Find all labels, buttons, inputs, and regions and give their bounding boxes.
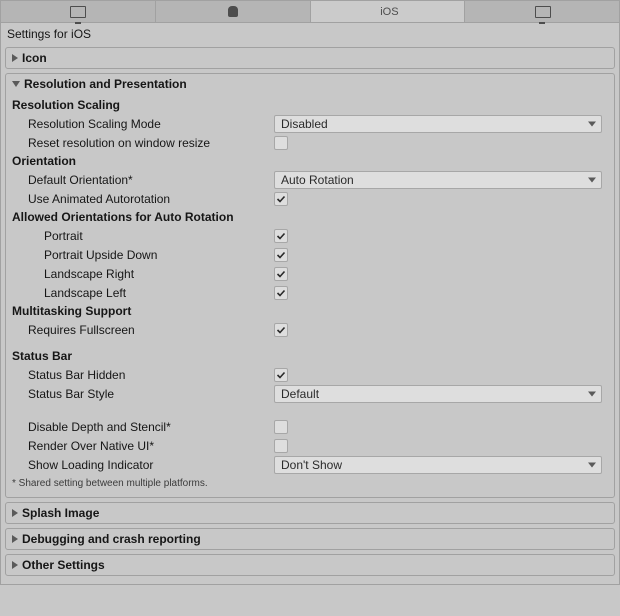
section-debugging: Debugging and crash reporting (5, 528, 615, 550)
label-landscape-right: Landscape Right (12, 267, 274, 281)
tab-standalone[interactable] (1, 1, 156, 22)
checkbox-landscape-left[interactable] (274, 286, 288, 300)
player-settings-panel: iOS Settings for iOS Icon Resolution and… (0, 0, 620, 585)
chevron-down-icon (12, 81, 20, 87)
chevron-down-icon (588, 121, 596, 126)
checkbox-portrait-upside[interactable] (274, 248, 288, 262)
heading-allowed-orientations: Allowed Orientations for Auto Rotation (12, 208, 608, 226)
section-resolution: Resolution and Presentation Resolution S… (5, 73, 615, 498)
section-resolution-body: Resolution Scaling Resolution Scaling Mo… (6, 94, 614, 497)
chevron-right-icon (12, 54, 18, 62)
checkbox-portrait[interactable] (274, 229, 288, 243)
section-icon-header[interactable]: Icon (6, 48, 614, 68)
dropdown-loading-indicator[interactable]: Don't Show (274, 456, 602, 474)
other-platform-icon (535, 6, 550, 18)
section-other-header[interactable]: Other Settings (6, 555, 614, 575)
tab-android[interactable] (156, 1, 311, 22)
checkbox-requires-fullscreen[interactable] (274, 323, 288, 337)
row-portrait-upside: Portrait Upside Down (12, 245, 608, 264)
checkbox-disable-depth[interactable] (274, 420, 288, 434)
chevron-right-icon (12, 561, 18, 569)
row-reset-resolution: Reset resolution on window resize (12, 133, 608, 152)
row-resolution-scaling-mode: Resolution Scaling Mode Disabled (12, 114, 608, 133)
section-resolution-header[interactable]: Resolution and Presentation (6, 74, 614, 94)
row-animated-autorotation: Use Animated Autorotation (12, 189, 608, 208)
dropdown-loading-indicator-value: Don't Show (281, 458, 342, 472)
checkbox-render-over[interactable] (274, 439, 288, 453)
heading-multitasking: Multitasking Support (12, 302, 608, 320)
section-debugging-title: Debugging and crash reporting (22, 532, 201, 546)
chevron-right-icon (12, 535, 18, 543)
dropdown-resolution-scaling-mode[interactable]: Disabled (274, 115, 602, 133)
shared-setting-footnote: * Shared setting between multiple platfo… (12, 474, 608, 491)
section-icon: Icon (5, 47, 615, 69)
section-other: Other Settings (5, 554, 615, 576)
section-resolution-title: Resolution and Presentation (24, 77, 187, 91)
label-landscape-left: Landscape Left (12, 286, 274, 300)
dropdown-status-bar-style[interactable]: Default (274, 385, 602, 403)
section-splash: Splash Image (5, 502, 615, 524)
label-disable-depth: Disable Depth and Stencil* (12, 420, 274, 434)
platform-tabs: iOS (1, 1, 619, 23)
heading-orientation: Orientation (12, 152, 608, 170)
page-title: Settings for iOS (1, 23, 619, 47)
dropdown-default-orientation-value: Auto Rotation (281, 173, 354, 187)
checkbox-reset-resolution[interactable] (274, 136, 288, 150)
heading-resolution-scaling: Resolution Scaling (12, 96, 608, 114)
tab-ios[interactable]: iOS (311, 1, 466, 22)
row-loading-indicator: Show Loading Indicator Don't Show (12, 455, 608, 474)
label-status-bar-style: Status Bar Style (12, 387, 274, 401)
label-resolution-scaling-mode: Resolution Scaling Mode (12, 117, 274, 131)
label-default-orientation: Default Orientation* (12, 173, 274, 187)
label-status-bar-hidden: Status Bar Hidden (12, 368, 274, 382)
label-loading-indicator: Show Loading Indicator (12, 458, 274, 472)
dropdown-default-orientation[interactable]: Auto Rotation (274, 171, 602, 189)
dropdown-status-bar-style-value: Default (281, 387, 319, 401)
section-splash-header[interactable]: Splash Image (6, 503, 614, 523)
chevron-down-icon (588, 177, 596, 182)
dropdown-resolution-scaling-mode-value: Disabled (281, 117, 328, 131)
label-requires-fullscreen: Requires Fullscreen (12, 323, 274, 337)
label-portrait: Portrait (12, 229, 274, 243)
section-splash-title: Splash Image (22, 506, 99, 520)
row-status-bar-hidden: Status Bar Hidden (12, 365, 608, 384)
sections-container: Icon Resolution and Presentation Resolut… (1, 47, 619, 584)
checkbox-status-bar-hidden[interactable] (274, 368, 288, 382)
standalone-icon (70, 6, 85, 18)
section-debugging-header[interactable]: Debugging and crash reporting (6, 529, 614, 549)
checkbox-animated-autorotation[interactable] (274, 192, 288, 206)
tab-ios-label: iOS (380, 6, 398, 18)
row-disable-depth: Disable Depth and Stencil* (12, 417, 608, 436)
tab-other-platform[interactable] (465, 1, 619, 22)
row-status-bar-style: Status Bar Style Default (12, 384, 608, 403)
chevron-down-icon (588, 462, 596, 467)
label-reset-resolution: Reset resolution on window resize (12, 136, 274, 150)
heading-status-bar: Status Bar (12, 347, 608, 365)
row-landscape-left: Landscape Left (12, 283, 608, 302)
section-icon-title: Icon (22, 51, 47, 65)
row-landscape-right: Landscape Right (12, 264, 608, 283)
section-other-title: Other Settings (22, 558, 105, 572)
android-icon (226, 6, 240, 18)
label-portrait-upside: Portrait Upside Down (12, 248, 274, 262)
row-requires-fullscreen: Requires Fullscreen (12, 320, 608, 339)
label-animated-autorotation: Use Animated Autorotation (12, 192, 274, 206)
row-portrait: Portrait (12, 226, 608, 245)
row-render-over: Render Over Native UI* (12, 436, 608, 455)
chevron-right-icon (12, 509, 18, 517)
label-render-over: Render Over Native UI* (12, 439, 274, 453)
checkbox-landscape-right[interactable] (274, 267, 288, 281)
chevron-down-icon (588, 391, 596, 396)
row-default-orientation: Default Orientation* Auto Rotation (12, 170, 608, 189)
